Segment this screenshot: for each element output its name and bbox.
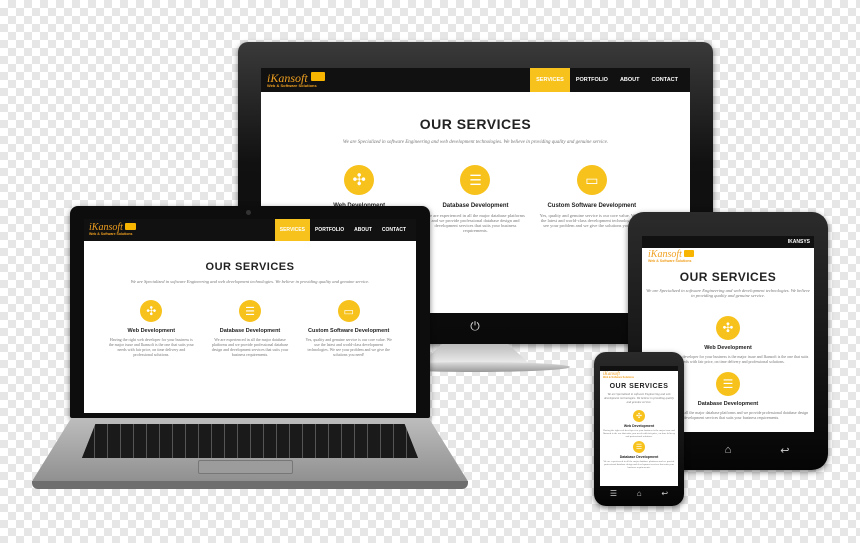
home-icon[interactable]: ⌂ (725, 444, 732, 457)
phone-screen: iKansoft Web & Software Solutions OUR SE… (600, 366, 678, 486)
nav-portfolio[interactable]: PORTFOLIO (570, 68, 614, 92)
database-icon: ☰ (239, 300, 261, 322)
nav-contact[interactable]: CONTACT (377, 219, 411, 241)
return-icon[interactable]: ↩ (661, 489, 668, 498)
smartphone: iKansoft Web & Software Solutions OUR SE… (594, 352, 684, 506)
joomla-icon: ✣ (716, 315, 740, 340)
laptop: iKansoft Web & Software Solutions SERVIC… (32, 206, 468, 496)
trackpad[interactable] (198, 460, 293, 474)
database-icon: ☰ (633, 440, 645, 453)
joomla-icon: ✣ (344, 165, 375, 195)
joomla-icon: ✣ (140, 300, 163, 322)
menu-icon[interactable]: ☰ (610, 489, 617, 498)
monitor-stand (420, 344, 530, 364)
nav-about[interactable]: ABOUT (349, 219, 377, 241)
monitor-icon: ▭ (576, 165, 607, 195)
page-title: OUR SERVICES (419, 116, 532, 132)
return-icon[interactable]: ↩ (780, 444, 789, 457)
keyboard[interactable] (82, 424, 418, 458)
nav-portfolio[interactable]: PORTFOLIO (310, 219, 349, 241)
nav-services[interactable]: SERVICES (274, 219, 310, 241)
database-icon: ☰ (460, 165, 491, 195)
home-icon[interactable]: ⌂ (637, 489, 642, 498)
site-logo[interactable]: iKansoft Web & Software Solutions (267, 72, 325, 88)
nav-about[interactable]: ABOUT (614, 68, 646, 92)
laptop-screen: iKansoft Web & Software Solutions SERVIC… (84, 219, 416, 413)
nav-contact[interactable]: CONTACT (646, 68, 684, 92)
page-subtitle: We are Specialized in software Engineeri… (342, 140, 609, 145)
database-icon: ☰ (716, 371, 740, 396)
monitor-icon: ▭ (337, 300, 360, 322)
service-database: ☰ Database Development We are experience… (417, 165, 533, 233)
nav-services[interactable]: SERVICES (530, 68, 570, 92)
webcam-icon (246, 210, 251, 215)
joomla-icon: ✣ (633, 409, 645, 422)
power-icon[interactable]: ⏻ (468, 319, 482, 333)
